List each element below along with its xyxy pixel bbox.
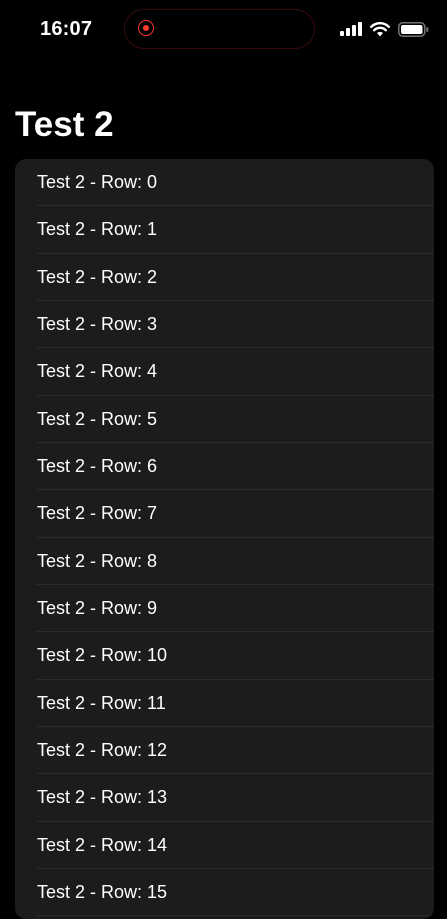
list-item[interactable]: Test 2 - Row: 2	[15, 254, 434, 302]
list-item-label: Test 2 - Row: 15	[37, 882, 168, 903]
status-bar: 16:07	[0, 0, 447, 60]
list-item-label: Test 2 - Row: 2	[37, 266, 158, 287]
list-item[interactable]: Test 2 - Row: 4	[15, 348, 434, 396]
dynamic-island[interactable]	[124, 9, 315, 49]
wifi-icon	[370, 21, 390, 36]
list-item-label: Test 2 - Row: 14	[37, 834, 168, 855]
list-item-label: Test 2 - Row: 6	[37, 456, 158, 477]
list-item[interactable]: Test 2 - Row: 10	[15, 632, 434, 680]
list-item[interactable]: Test 2 - Row: 1	[15, 206, 434, 254]
list-item[interactable]: Test 2 - Row: 9	[15, 585, 434, 633]
list-item-label: Test 2 - Row: 7	[37, 503, 158, 524]
list-item[interactable]: Test 2 - Row: 7	[15, 490, 434, 538]
list-item-label: Test 2 - Row: 13	[37, 787, 168, 808]
list-item[interactable]: Test 2 - Row: 5	[15, 396, 434, 444]
list-item[interactable]: Test 2 - Row: 3	[15, 301, 434, 349]
list-item-label: Test 2 - Row: 4	[37, 361, 158, 382]
battery-icon	[398, 21, 429, 37]
status-time: 16:07	[40, 18, 93, 40]
list: Test 2 - Row: 0 Test 2 - Row: 1 Test 2 - R…	[15, 159, 434, 919]
list-item-label: Test 2 - Row: 12	[37, 740, 168, 761]
status-icons	[340, 18, 429, 40]
recording-indicator-icon	[138, 20, 154, 36]
list-item-label: Test 2 - Row: 8	[37, 550, 158, 571]
list-item[interactable]: Test 2 - Row: 12	[15, 727, 434, 775]
list-item-label: Test 2 - Row: 11	[37, 692, 166, 713]
list-item-label: Test 2 - Row: 10	[37, 645, 168, 666]
list-item[interactable]: Test 2 - Row: 13	[15, 774, 434, 822]
list-item[interactable]: Test 2 - Row: 6	[15, 443, 434, 491]
list-item-label: Test 2 - Row: 0	[37, 172, 158, 193]
list-item-label: Test 2 - Row: 9	[37, 598, 158, 619]
list-item[interactable]: Test 2 - Row: 8	[15, 538, 434, 586]
list-item-label: Test 2 - Row: 5	[37, 408, 158, 429]
list-item[interactable]: Test 2 - Row: 11	[15, 680, 434, 728]
cellular-signal-icon	[340, 22, 362, 36]
list-item-label: Test 2 - Row: 3	[37, 314, 158, 335]
list-item[interactable]: Test 2 - Row: 15	[15, 869, 434, 917]
list-item[interactable]: Test 2 - Row: 0	[15, 159, 434, 207]
page-title: Test 2	[15, 105, 114, 144]
list-item[interactable]: Test 2 - Row: 14	[15, 822, 434, 870]
list-item-label: Test 2 - Row: 1	[37, 219, 158, 240]
